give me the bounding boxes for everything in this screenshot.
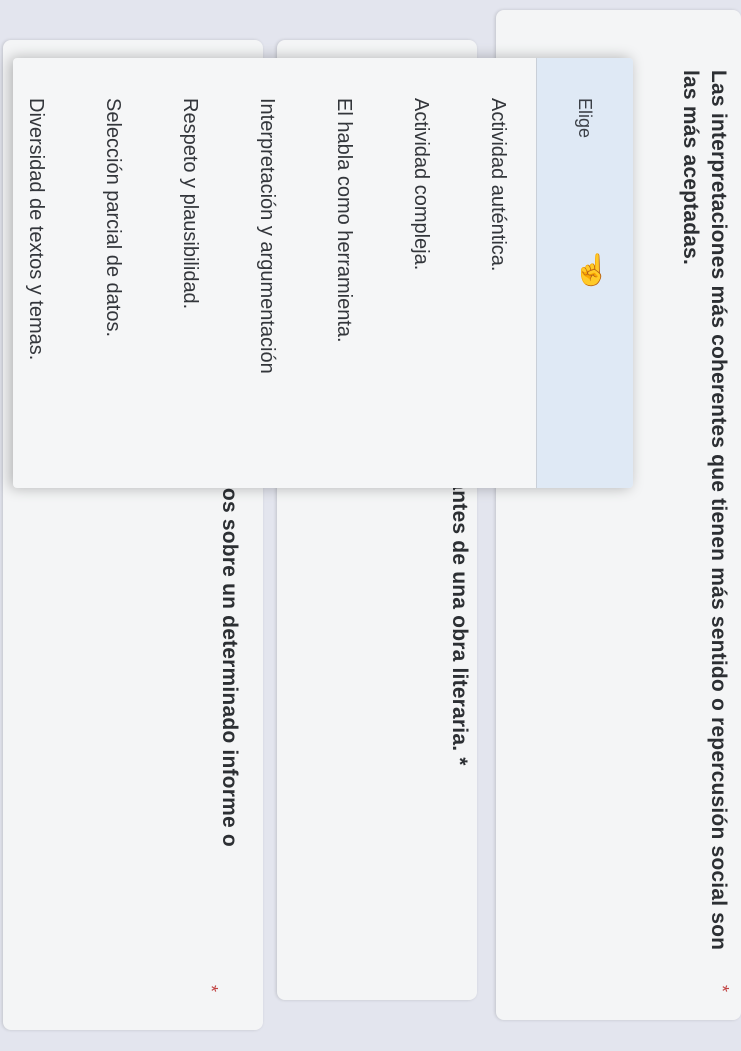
option-label: Selección parcial de datos. xyxy=(102,98,124,338)
question-1-text: Las interpretaciones más coherentes que … xyxy=(679,70,730,951)
required-asterisk: * xyxy=(201,985,221,993)
question-2-text: rantes de una obra literaria. * xyxy=(448,470,471,766)
dropdown-option[interactable]: Actividad auténtica. xyxy=(459,58,536,488)
dropdown-placeholder: Elige xyxy=(575,98,595,139)
option-label: Diversidad de textos y temas. xyxy=(25,98,47,361)
option-label: Respeto y plausibilidad. xyxy=(179,98,201,310)
option-label: Actividad compleja. xyxy=(410,98,432,271)
option-label: Actividad auténtica. xyxy=(487,98,509,272)
form-viewport: Las interpretaciones más coherentes que … xyxy=(0,0,741,1051)
option-label: Interpretación y argumentación xyxy=(256,98,278,374)
dropdown-option[interactable]: Interpretación y argumentación xyxy=(228,58,305,488)
question-3-text: ivos sobre un determinado informe o xyxy=(218,470,241,847)
dropdown-option[interactable]: Respeto y plausibilidad. xyxy=(151,58,228,488)
dropdown-option[interactable]: Diversidad de textos y temas. xyxy=(13,58,74,488)
dropdown-option[interactable]: El habla como herramienta. xyxy=(305,58,382,488)
option-label: El habla como herramienta. xyxy=(333,98,355,343)
answer-dropdown[interactable]: Elige ☝ Actividad auténtica. Actividad c… xyxy=(13,58,633,488)
dropdown-option[interactable]: Selección parcial de datos. xyxy=(74,58,151,488)
hand-pointer-icon: ☝ xyxy=(573,254,611,287)
required-asterisk: * xyxy=(712,985,732,993)
dropdown-selected[interactable]: Elige ☝ xyxy=(536,58,633,488)
dropdown-option[interactable]: Actividad compleja. xyxy=(382,58,459,488)
